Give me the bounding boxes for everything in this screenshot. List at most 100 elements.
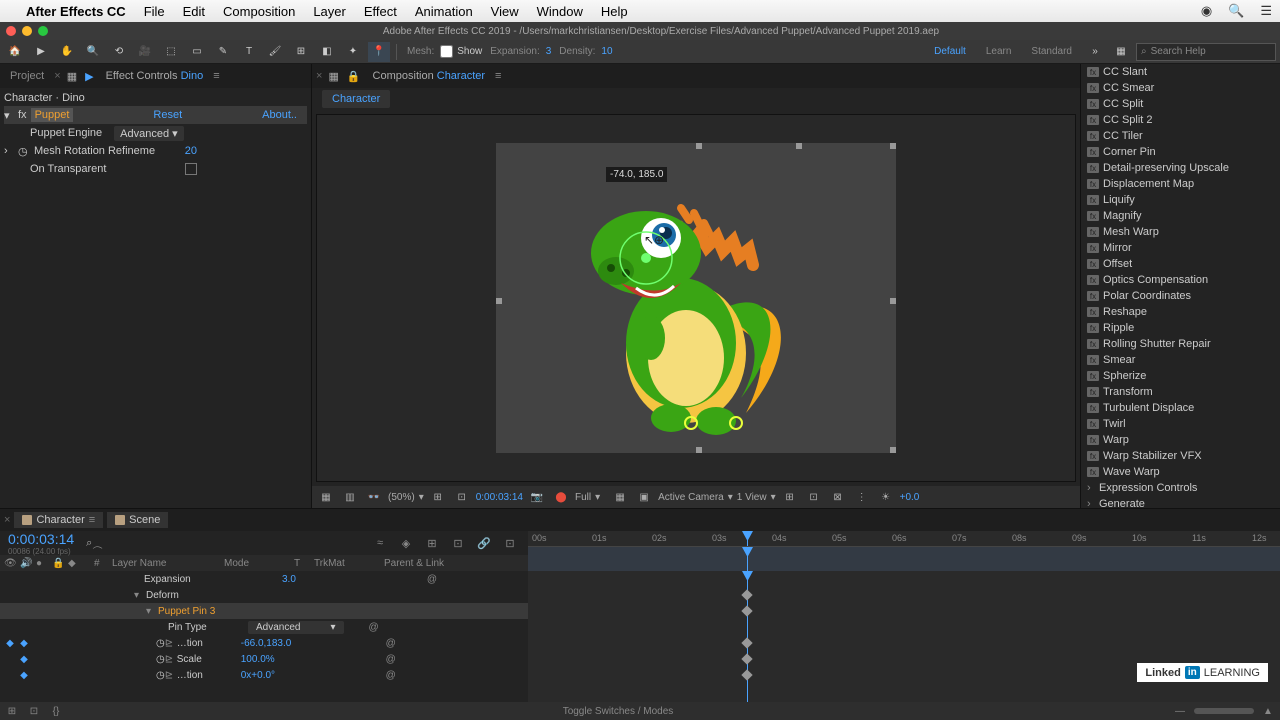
clone-stamp-tool[interactable]: ⊞ <box>290 42 312 62</box>
brush-tool[interactable]: 🖌 <box>264 42 286 62</box>
effect-item[interactable]: fxWarp <box>1081 432 1280 448</box>
orbit-tool[interactable]: ⟲ <box>108 42 130 62</box>
mask-icon[interactable]: 👓 <box>364 488 384 506</box>
selection-tool[interactable]: ▶ <box>30 42 52 62</box>
stopwatch-icon[interactable]: ◷ <box>156 654 165 665</box>
effect-item[interactable]: fxWarp Stabilizer VFX <box>1081 448 1280 464</box>
tl-opt1-icon[interactable]: ≈ <box>370 537 390 549</box>
hand-tool[interactable]: ✋ <box>56 42 78 62</box>
effect-item[interactable]: fxDetail-preserving Upscale <box>1081 160 1280 176</box>
toggle-switch-icon[interactable]: {} <box>48 706 64 717</box>
bbox-handle[interactable] <box>496 298 502 304</box>
stopwatch-icon[interactable]: ◷ <box>18 145 30 158</box>
workspace-chevron-icon[interactable]: » <box>1084 42 1106 62</box>
effect-about[interactable]: About.. <box>262 109 297 121</box>
chevron-down-icon[interactable]: ▾ <box>419 492 424 503</box>
workspace-standard[interactable]: Standard <box>1023 46 1080 57</box>
timeline-tab-character[interactable]: Character ≡ <box>14 512 103 528</box>
keyframe[interactable] <box>741 653 752 664</box>
workspace-panel-icon[interactable]: ▦ <box>1110 42 1132 62</box>
effect-item[interactable]: fxPolar Coordinates <box>1081 288 1280 304</box>
tl-opt5-icon[interactable]: 🔗 <box>474 537 494 550</box>
toggle-switch-icon[interactable]: ⊞ <box>4 706 20 717</box>
keyframe[interactable] <box>741 605 752 616</box>
effect-item[interactable]: fxCC Split <box>1081 96 1280 112</box>
effect-item[interactable]: fxTransform <box>1081 384 1280 400</box>
zoom-out-icon[interactable]: — <box>1172 706 1188 717</box>
mesh-show-checkbox[interactable] <box>440 45 453 58</box>
keyframe[interactable] <box>741 637 752 648</box>
panel-menu-icon[interactable]: ≡ <box>213 70 219 82</box>
effect-item[interactable]: fxMagnify <box>1081 208 1280 224</box>
exposure-value[interactable]: +0.0 <box>900 492 920 503</box>
menu-view[interactable]: View <box>491 4 519 19</box>
effect-item[interactable]: fxReshape <box>1081 304 1280 320</box>
effect-item[interactable]: fxDisplacement Map <box>1081 176 1280 192</box>
label-col-icon[interactable]: ◆ <box>68 558 82 569</box>
cc-icon[interactable]: ◉ <box>1201 3 1212 19</box>
timeline-search-icon[interactable]: ⌕⁔ <box>86 537 103 550</box>
effect-item[interactable]: fxWave Warp <box>1081 464 1280 480</box>
toggle-switch-icon[interactable]: ⊡ <box>26 706 42 717</box>
puppet-engine-select[interactable]: Advanced ▾ <box>114 126 184 141</box>
col-mode[interactable]: Mode <box>224 558 294 569</box>
prop-scale-value[interactable]: 100.0% <box>241 654 381 665</box>
spotlight-icon[interactable]: 🔍 <box>1228 3 1244 19</box>
tab-composition[interactable]: Composition Character <box>367 67 492 85</box>
zoom-tool[interactable]: 🔍 <box>82 42 104 62</box>
workarea-bar[interactable] <box>528 547 1280 571</box>
view-opt4-icon[interactable]: ⋮ <box>852 488 872 506</box>
maximize-window[interactable] <box>38 26 48 36</box>
keyframe[interactable] <box>741 589 752 600</box>
composition-canvas[interactable]: -74.0, 185.0 <box>496 143 896 453</box>
twirl-icon[interactable]: ▾ <box>146 606 158 617</box>
tl-opt3-icon[interactable]: ⊞ <box>422 537 442 550</box>
solo-col-icon[interactable]: ● <box>36 558 50 569</box>
effect-item[interactable]: fxMirror <box>1081 240 1280 256</box>
dino-layer[interactable] <box>576 183 816 443</box>
prop-expansion-value[interactable]: 3.0 <box>282 574 422 585</box>
minimize-window[interactable] <box>22 26 32 36</box>
bbox-handle[interactable] <box>696 143 702 149</box>
effect-item[interactable]: fxCC Split 2 <box>1081 112 1280 128</box>
unified-camera-tool[interactable]: ⬚ <box>160 42 182 62</box>
menu-composition[interactable]: Composition <box>223 4 295 19</box>
prop-position-value[interactable]: -66.0,183.0 <box>241 638 381 649</box>
effect-item[interactable]: fxSmear <box>1081 352 1280 368</box>
menu-help[interactable]: Help <box>601 4 628 19</box>
effect-item[interactable]: fxCorner Pin <box>1081 144 1280 160</box>
zoom-in-icon[interactable]: ▲ <box>1260 706 1276 717</box>
prop-rotation-value[interactable]: 0x+0.0° <box>241 670 381 681</box>
eraser-tool[interactable]: ◧ <box>316 42 338 62</box>
snapshot-icon[interactable]: 📷 <box>527 488 547 506</box>
workspace-learn[interactable]: Learn <box>978 46 1020 57</box>
close-window[interactable] <box>6 26 16 36</box>
effect-item[interactable]: fxLiquify <box>1081 192 1280 208</box>
exposure-icon[interactable]: ☀ <box>876 488 896 506</box>
effect-category[interactable]: ›Expression Controls <box>1081 480 1280 496</box>
channel-icon[interactable]: ⬤ <box>551 488 571 506</box>
col-parent[interactable]: Parent & Link <box>384 558 484 569</box>
effect-item[interactable]: fxRipple <box>1081 320 1280 336</box>
timeline-tab-scene[interactable]: Scene <box>107 512 168 528</box>
stopwatch-icon[interactable]: ◷ <box>156 670 165 681</box>
effect-name[interactable]: Puppet <box>31 108 74 122</box>
chevron-down-icon[interactable]: ▾ <box>728 492 733 503</box>
current-timecode[interactable]: 0:00:03:14 <box>8 531 74 547</box>
menu-animation[interactable]: Animation <box>415 4 473 19</box>
prop-expansion[interactable]: Expansion <box>144 574 282 585</box>
view-opt3-icon[interactable]: ⊠ <box>828 488 848 506</box>
panel-menu-icon[interactable]: ≡ <box>495 70 501 82</box>
effect-reset[interactable]: Reset <box>153 109 182 121</box>
stopwatch-icon[interactable]: ◷ <box>156 638 165 649</box>
effect-item[interactable]: fxCC Smear <box>1081 80 1280 96</box>
zoom-slider[interactable] <box>1194 708 1254 714</box>
effect-item[interactable]: fxCC Tiler <box>1081 128 1280 144</box>
col-layername[interactable]: Layer Name <box>108 558 224 569</box>
region-icon[interactable]: ⊡ <box>452 488 472 506</box>
tab-effect-controls[interactable]: Effect Controls Dino <box>100 67 210 85</box>
bbox-handle[interactable] <box>890 447 896 453</box>
view-opt1-icon[interactable]: ⊞ <box>780 488 800 506</box>
prop-rotation[interactable]: …tion <box>177 670 241 681</box>
effect-item[interactable]: fxOptics Compensation <box>1081 272 1280 288</box>
